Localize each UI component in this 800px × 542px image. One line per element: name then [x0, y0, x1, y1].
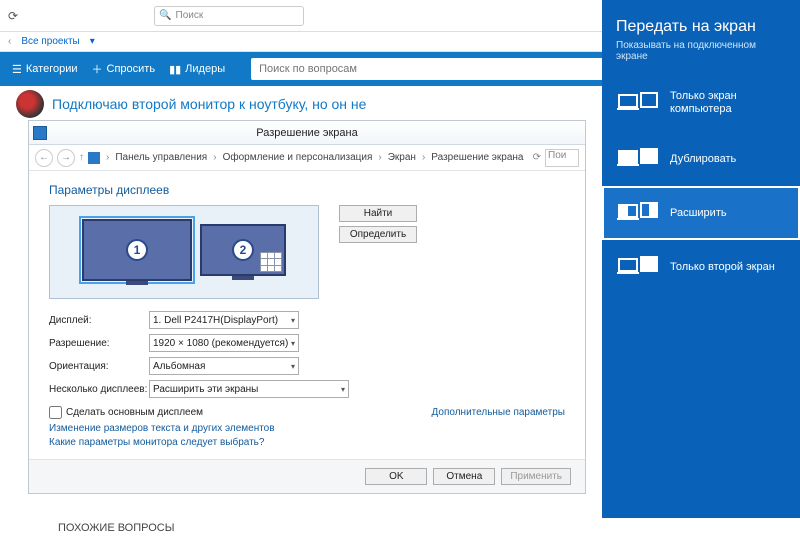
section-title: Параметры дисплеев [49, 183, 565, 197]
monitor-1[interactable]: 1 [82, 219, 192, 285]
sep: › [106, 152, 109, 163]
dropdown-arrow-icon[interactable]: ▾ [90, 36, 95, 47]
display-select[interactable]: 1. Dell P2417H(DisplayPort) ▾ [149, 311, 299, 329]
charm-option-pc-only-label: Только экран компьютера [670, 90, 784, 116]
window-titlebar: Разрешение экрана [29, 121, 585, 145]
apply-button[interactable]: Применить [501, 468, 571, 485]
monitor-help-link[interactable]: Какие параметры монитора следует выбрать… [49, 437, 565, 448]
nav-back-button[interactable]: ← [35, 149, 53, 167]
multi-select[interactable]: Расширить эти экраны ▾ [149, 380, 349, 398]
monitor-2[interactable]: 2 [200, 224, 286, 280]
chart-icon: ▮▮ [169, 63, 181, 76]
charm-option-extend-label: Расширить [670, 207, 727, 220]
monitor-2-number: 2 [232, 239, 254, 261]
chevron-down-icon: ▾ [291, 316, 295, 325]
refresh-icon[interactable]: ⟳ [533, 152, 541, 163]
resolution-select[interactable]: 1920 × 1080 (рекомендуется)▾ [149, 334, 299, 352]
pc-only-icon [618, 92, 658, 114]
nav-forward-button[interactable]: → [57, 149, 75, 167]
nav-ask-label: Спросить [107, 63, 156, 75]
display-label: Дисплей: [49, 315, 149, 326]
make-main-checkbox[interactable] [49, 406, 62, 419]
window-icon [33, 126, 47, 140]
browser-search-placeholder: Поиск [176, 10, 204, 21]
keypad-icon [260, 252, 282, 272]
multi-value: Расширить эти экраны [153, 384, 258, 395]
extra-params-link[interactable]: Дополнительные параметры [432, 407, 565, 418]
chevron-down-icon: ▾ [341, 385, 345, 394]
breadcrumb-resolution[interactable]: Разрешение экрана [431, 152, 523, 163]
resolution-label: Разрешение: [49, 338, 149, 349]
cancel-button[interactable]: Отмена [433, 468, 495, 485]
breadcrumb-search[interactable]: Пои [545, 149, 579, 167]
post-title: Подключаю второй монитор к ноутбуку, но … [52, 96, 366, 112]
monitor-1-number: 1 [126, 239, 148, 261]
extend-icon [618, 202, 658, 224]
ok-button[interactable]: OK [365, 468, 427, 485]
multi-label: Несколько дисплеев: [49, 384, 149, 395]
sep: › [213, 152, 216, 163]
menu-icon: ☰ [12, 63, 22, 76]
charm-subtitle: Показывать на подключенном экране [602, 40, 800, 74]
charm-option-duplicate-label: Дублировать [670, 153, 736, 166]
window-body: Параметры дисплеев 1 2 [29, 171, 585, 459]
nav-categories-label: Категории [26, 63, 78, 75]
make-main-label: Сделать основным дисплеем [66, 407, 203, 418]
plus-icon: ＋ [92, 61, 103, 77]
author-avatar[interactable] [16, 90, 44, 118]
monitor-arrangement[interactable]: 1 2 [49, 205, 319, 299]
browser-search[interactable]: 🔍 Поиск [154, 6, 304, 26]
control-panel-icon [88, 152, 100, 164]
nav-leaders-label: Лидеры [185, 63, 225, 75]
charm-option-extend[interactable]: Расширить [602, 186, 800, 240]
dialog-buttons: OK Отмена Применить [29, 459, 585, 493]
back-arrow-icon[interactable]: ‹ [8, 36, 11, 47]
nav-up-icon[interactable]: ↑ [79, 152, 84, 163]
detect-button[interactable]: Определить [339, 226, 417, 243]
breadcrumb-screen[interactable]: Экран [388, 152, 416, 163]
charm-option-duplicate[interactable]: Дублировать [602, 132, 800, 186]
projects-link[interactable]: Все проекты [21, 36, 79, 47]
charm-option-pc-only[interactable]: Только экран компьютера [602, 74, 800, 132]
search-icon: 🔍 [159, 10, 171, 21]
resolution-value: 1920 × 1080 (рекомендуется) [153, 338, 288, 349]
project-charm-panel: Передать на экран Показывать на подключе… [602, 0, 800, 518]
nav-ask[interactable]: ＋ Спросить [92, 61, 156, 77]
nav-categories[interactable]: ☰ Категории [12, 63, 78, 76]
nav-leaders[interactable]: ▮▮ Лидеры [169, 63, 225, 76]
orientation-select[interactable]: Альбомная ▾ [149, 357, 299, 375]
chevron-down-icon: ▾ [291, 339, 295, 348]
window-title: Разрешение экрана [256, 127, 357, 139]
resolution-window: Разрешение экрана ← → ↑ › Панель управле… [28, 120, 586, 494]
breadcrumb-panel[interactable]: Панель управления [115, 152, 207, 163]
orientation-label: Ориентация: [49, 361, 149, 372]
chevron-down-icon: ▾ [291, 362, 295, 371]
charm-option-second-only[interactable]: Только второй экран [602, 240, 800, 294]
display-value: 1. Dell P2417H(DisplayPort) [153, 315, 278, 326]
breadcrumb-bar: ← → ↑ › Панель управления › Оформление и… [29, 145, 585, 171]
charm-title: Передать на экран [602, 0, 800, 40]
sep: › [422, 152, 425, 163]
find-button[interactable]: Найти [339, 205, 417, 222]
charm-option-second-only-label: Только второй экран [670, 261, 775, 274]
similar-questions-heading: ПОХОЖИЕ ВОПРОСЫ [58, 522, 784, 534]
duplicate-icon [618, 148, 658, 170]
sep: › [378, 152, 381, 163]
breadcrumb-theme[interactable]: Оформление и персонализация [223, 152, 373, 163]
orientation-value: Альбомная [153, 361, 205, 372]
reload-icon[interactable]: ⟳ [8, 9, 18, 23]
text-size-link[interactable]: Изменение размеров текста и других элеме… [49, 423, 565, 434]
second-only-icon [618, 256, 658, 278]
